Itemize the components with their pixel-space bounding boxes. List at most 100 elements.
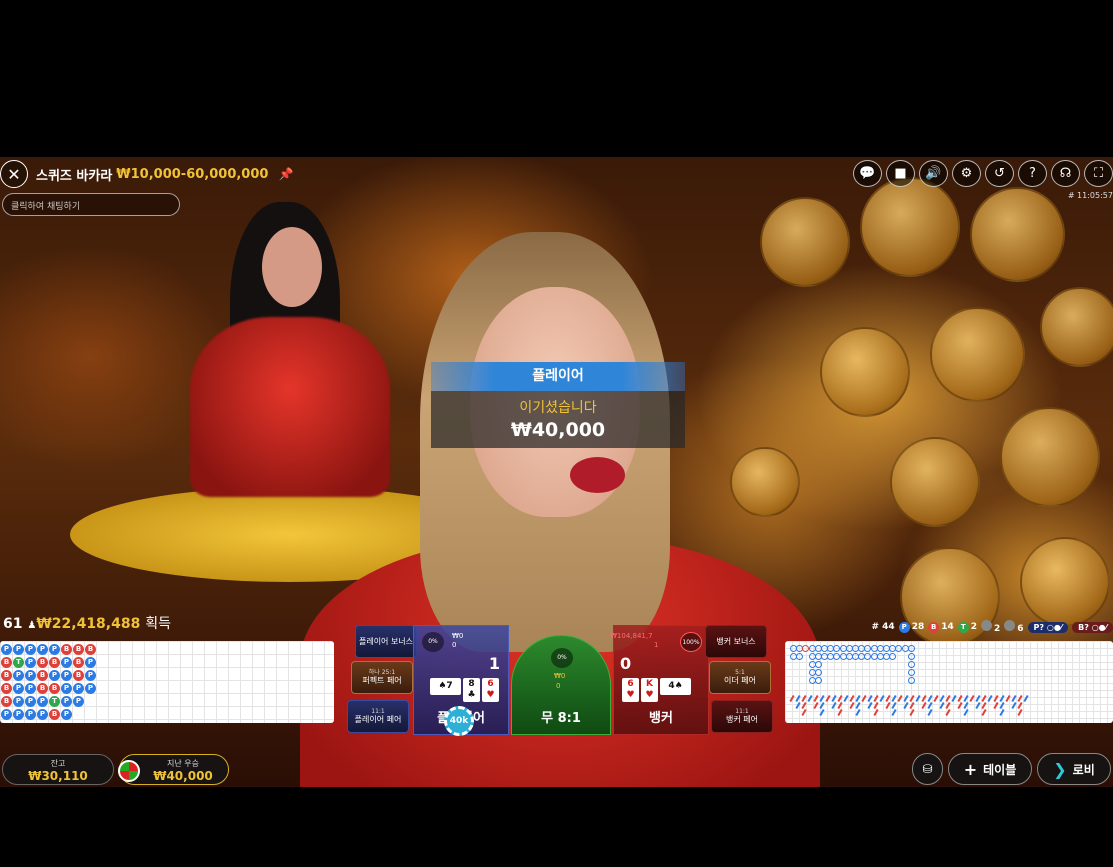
bead-P: P: [61, 670, 72, 681]
banker-bet-spot[interactable]: ₩104,841,7 1 100% 0 6 ♥ K ♥ 4♠ 뱅커: [610, 625, 709, 735]
player-card: 6 ♥: [482, 678, 499, 702]
derived-road-mark: [933, 694, 939, 703]
close-icon: ✕: [7, 164, 21, 184]
player-predict-button[interactable]: P? ○●⁄: [1027, 621, 1069, 633]
chat-icon[interactable]: 💬: [853, 160, 882, 187]
winners-amount: ₩22,418,488: [36, 616, 141, 632]
bead-P: P: [61, 709, 72, 720]
coin-decor: [1020, 537, 1110, 627]
bead-P: P: [1, 644, 12, 655]
big-road-mark: [907, 661, 915, 668]
bead-P: P: [13, 709, 24, 720]
bead-P: P: [37, 709, 48, 720]
chat-input[interactable]: 클릭하여 채팅하기: [2, 193, 180, 216]
derived-road-mark: [921, 701, 927, 710]
player-bet-spot[interactable]: 0% ₩0 0 1 ♠7 8♣ 6♥ 플레이어 40k: [413, 625, 509, 736]
big-road-mark: [907, 677, 915, 684]
volume-icon[interactable]: 🔊: [919, 160, 948, 187]
coin-decor: [860, 177, 960, 277]
bead-P: P: [25, 696, 36, 707]
bead-P: P: [61, 696, 72, 707]
bead-B: B: [73, 670, 84, 681]
headset-icon[interactable]: ☊: [1051, 160, 1080, 187]
player-bonus-button[interactable]: 플레이어 보너스: [355, 625, 417, 658]
player-third-card: ♠7: [430, 678, 461, 695]
bead-B: B: [73, 644, 84, 655]
bead-B: B: [37, 657, 48, 668]
big-road-mark: [889, 653, 897, 660]
fullscreen-icon[interactable]: ⛶: [1084, 160, 1113, 187]
bead-B: B: [49, 657, 60, 668]
placed-chip[interactable]: 40k: [444, 706, 474, 736]
derived-road-mark: [789, 694, 795, 703]
derived-road-mark: [1023, 694, 1029, 703]
help-icon[interactable]: ?: [1018, 160, 1047, 187]
bead-P: P: [13, 683, 24, 694]
coin-decor: [760, 197, 850, 287]
derived-road-mark: [999, 708, 1005, 717]
history-icon[interactable]: ↺: [985, 160, 1014, 187]
derived-road-mark: [927, 708, 933, 717]
settings-icon[interactable]: ⚙: [952, 160, 981, 187]
bead-B: B: [1, 657, 12, 668]
bead-P: P: [13, 644, 24, 655]
tables-button[interactable]: + 테이블: [948, 753, 1032, 785]
close-button[interactable]: ✕: [0, 160, 28, 188]
bead-T: T: [49, 696, 60, 707]
bead-B: B: [37, 683, 48, 694]
card-rank: 8: [468, 679, 475, 689]
derived-road-mark: [831, 701, 837, 710]
tie-bettors: 0: [556, 682, 561, 690]
betting-panel: 플레이어 보너스 하나 25:1 퍼펙트 페어 11:1 플레이어 페어 0% …: [347, 625, 775, 736]
player-total-bet: ₩0: [452, 632, 464, 640]
derived-road-mark: [855, 708, 861, 717]
derived-road-mark: [975, 701, 981, 710]
tie-label: 무 8:1: [541, 711, 581, 726]
derived-road-mark: [951, 694, 957, 703]
derived-road-mark: [873, 708, 879, 717]
video-icon[interactable]: ■: [886, 160, 915, 187]
banker-total-bet: ₩104,841,7: [610, 632, 653, 640]
bead-P: P: [37, 644, 48, 655]
bead-P: P: [25, 657, 36, 668]
card-suit: ♥: [645, 690, 654, 700]
dealer-lips: [570, 457, 625, 493]
derived-road-mark: [879, 694, 885, 703]
derived-road-mark: [939, 701, 945, 710]
derived-road-mark: [885, 701, 891, 710]
banker-predict-button[interactable]: B? ○●⁄: [1072, 621, 1113, 633]
banker-pair-button[interactable]: 11:1 뱅커 페어: [711, 700, 773, 733]
player-score: 1: [488, 654, 500, 673]
perfect-pair-button[interactable]: 하나 25:1 퍼펙트 페어: [351, 661, 413, 694]
either-pair-button[interactable]: 5:1 이더 페어: [709, 661, 771, 694]
tie-bet-spot[interactable]: 0% ₩0 0 무 8:1: [511, 635, 611, 735]
chip-tray-button[interactable]: ⛁: [912, 753, 943, 785]
bead-P: P: [73, 683, 84, 694]
bead-B: B: [73, 657, 84, 668]
bead-P: P: [25, 644, 36, 655]
bet-limits: ₩10,000-60,000,000: [116, 166, 269, 182]
plus-icon: +: [963, 759, 978, 779]
banker-bonus-button[interactable]: 뱅커 보너스: [705, 625, 767, 658]
coin-decor: [890, 437, 980, 527]
banker-pair-label: 뱅커 페어: [726, 715, 758, 725]
big-road[interactable]: [785, 641, 1113, 723]
bead-P: P: [61, 683, 72, 694]
derived-road-mark: [861, 694, 867, 703]
chip-stack-icon: [118, 760, 140, 782]
lobby-button[interactable]: ❯ 로비: [1037, 753, 1111, 785]
either-pair-label: 이더 페어: [724, 676, 756, 686]
pin-icon[interactable]: 📌: [278, 167, 293, 181]
big-road-mark: [814, 677, 822, 684]
bead-road[interactable]: PBBBBPPTPPPPPPPPPPPBBBPPPBPBTBBPPPPPBBBP…: [0, 641, 334, 723]
card-suit: ♣: [467, 690, 476, 700]
bead-P: P: [37, 696, 48, 707]
player-pair-button[interactable]: 11:1 플레이어 페어: [347, 700, 409, 733]
bead-P: P: [25, 709, 36, 720]
lobby-icon: ❯: [1053, 759, 1067, 779]
derived-road-mark: [957, 701, 963, 710]
banker-bettors: 1: [654, 641, 659, 649]
road-stats: # 44 P 28 B 14 T2 2 6 P? ○●⁄ B? ○●⁄: [871, 620, 1113, 634]
bead-P: P: [25, 670, 36, 681]
banker-predict-label: B?: [1078, 622, 1089, 632]
